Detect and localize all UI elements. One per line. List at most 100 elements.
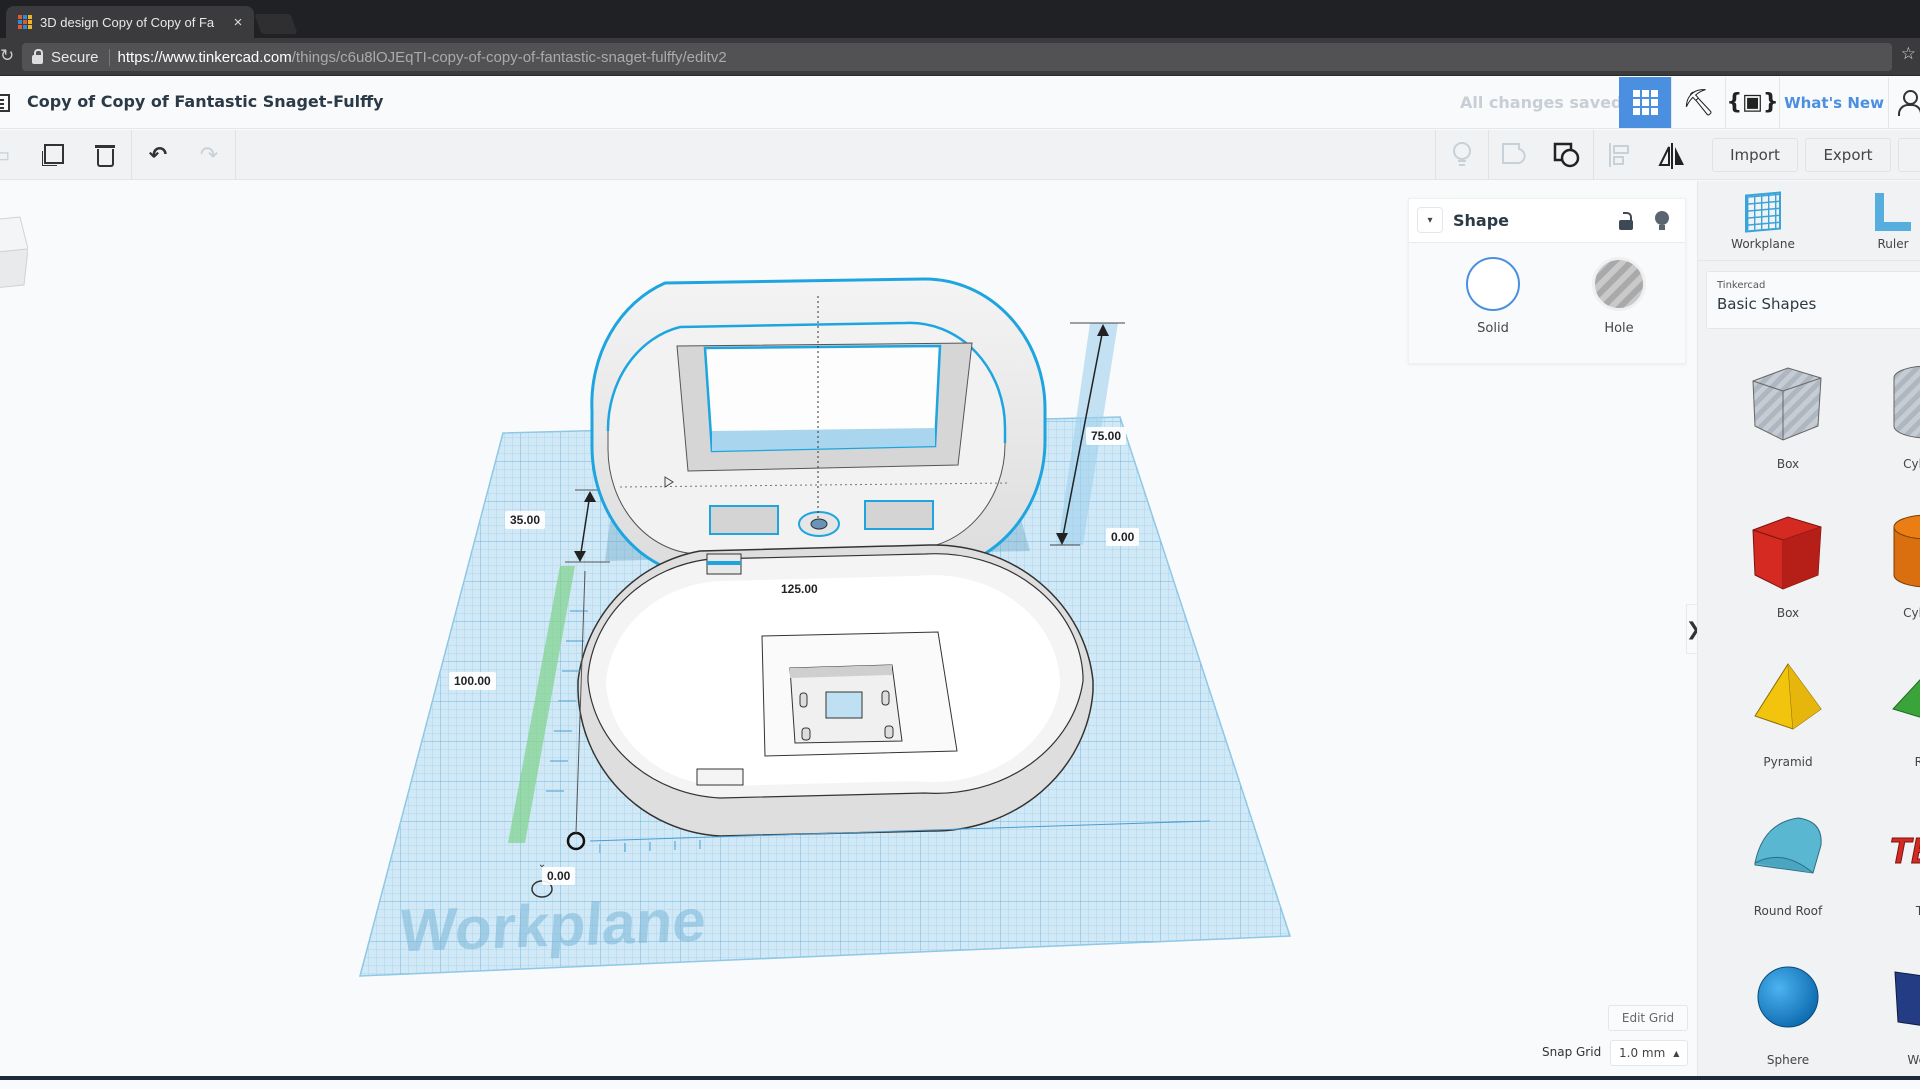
ruler-tool-label: Ruler [1877,237,1909,251]
codeblocks-button[interactable]: {▣} [1725,77,1779,128]
shape-item-roof[interactable]: Roof [1868,651,1920,791]
align-button[interactable] [1594,130,1646,180]
address-bar[interactable]: Secure https://www.tinkercad.com /things… [22,43,1892,71]
shape-item-box[interactable]: Box [1728,502,1848,642]
caret-up-icon: ▲ [1673,1048,1680,1058]
roof-shape-icon [1883,651,1920,751]
user-account-button[interactable] [1888,77,1920,128]
paste-button[interactable]: ▭ [0,130,26,180]
paste-icon: ▭ [0,143,10,168]
undo-button[interactable]: ↶ [132,130,184,180]
new-tab-button[interactable] [254,14,298,34]
hole-box-shape-icon [1743,353,1833,453]
share-button[interactable] [1898,138,1920,172]
shape-item-label: Cylinder [1903,457,1920,471]
ruler-icon [1875,193,1911,231]
export-button[interactable]: Export [1805,138,1891,172]
tinkercad-favicon-icon [18,15,32,29]
solid-label: Solid [1477,321,1509,336]
snap-grid-select[interactable]: 1.0 mm ▲ [1610,1040,1688,1066]
shapes-sidebar: Workplane Ruler Tinkercad Basic Shapes B… [1697,181,1920,1080]
pyramid-shape-icon [1743,651,1833,751]
shape-item-cylinder[interactable]: Cylinder [1868,502,1920,642]
hole-swatch[interactable] [1592,257,1646,311]
hole-cylinder-shape-icon [1883,353,1920,453]
shape-inspector-panel: ▾ Shape Solid Hole [1408,198,1686,364]
panel-collapse-toggle[interactable]: ❯ [1686,604,1697,654]
collapse-panel-button[interactable]: ▾ [1417,207,1443,233]
browser-tab-strip: 3D design Copy of Copy of Fa × [0,0,1920,38]
shape-item-wedge[interactable]: Wedge [1868,949,1920,1089]
shape-item-text[interactable]: TEXT Text [1868,800,1920,940]
bricks-view-button[interactable]: ⛏ [1671,77,1725,128]
mirror-icon [1658,143,1684,169]
ruler-tool[interactable]: Ruler [1848,193,1920,251]
trash-icon [95,143,115,167]
browser-tab[interactable]: 3D design Copy of Copy of Fa × [6,6,254,38]
duplicate-icon [42,144,64,166]
shape-item-label: Wedge [1907,1053,1920,1067]
duplicate-button[interactable] [27,130,79,180]
lid-shell[interactable] [590,277,1047,578]
dimension-origin[interactable]: 0.00 [542,867,576,885]
base-tray[interactable] [577,544,1094,837]
shape-library-select[interactable]: Tinkercad Basic Shapes [1706,271,1920,329]
3d-design-view-button[interactable] [1619,77,1671,128]
wedge-shape-icon [1883,949,1920,1049]
dimension-length[interactable]: 125.00 [776,580,823,598]
shape-item-label: Round Roof [1753,904,1823,918]
redo-button[interactable]: ↷ [183,130,235,180]
hole-option[interactable]: Hole [1579,257,1659,336]
url-path: /things/c6u8lOJEqTI-copy-of-copy-of-fant… [291,48,727,66]
import-button[interactable]: Import [1712,138,1798,172]
edit-grid-button[interactable]: Edit Grid [1608,1005,1688,1031]
shape-item-pyramid[interactable]: Pyramid [1728,651,1848,791]
mirror-button[interactable] [1646,130,1698,180]
dimension-width[interactable]: 100.00 [449,672,496,690]
svg-text:TEXT: TEXT [1889,830,1920,871]
shape-item-sphere[interactable]: Sphere [1728,949,1848,1089]
code-blocks-icon: {▣} [1726,90,1779,115]
shape-item-label: Box [1776,457,1800,471]
delete-button[interactable] [79,130,131,180]
solid-option[interactable]: Solid [1453,257,1533,336]
import-export-bar: Import Export [1697,130,1920,180]
tab-close-icon[interactable]: × [228,14,248,31]
lightbulb-icon[interactable] [1655,211,1669,231]
dimension-elevation[interactable]: 0.00 [1106,528,1140,546]
dimension-height[interactable]: 75.00 [1086,427,1127,445]
reload-icon[interactable]: ↻ [0,46,14,66]
group-button[interactable] [1489,130,1541,180]
shape-item-label: Box [1776,606,1800,620]
ungroup-button[interactable] [1541,130,1593,180]
workplane-icon [1745,191,1781,233]
hole-label: Hole [1604,321,1634,336]
dimension-lid-height[interactable]: 35.00 [505,511,546,529]
solid-swatch[interactable] [1466,257,1520,311]
shape-item-box[interactable]: Box [1728,353,1848,493]
shape-item-label: Text [1915,904,1920,918]
shape-panel-header: ▾ Shape [1409,199,1685,243]
cylinder-shape-icon [1883,502,1920,602]
bookmark-star-icon[interactable]: ☆ [1901,44,1916,64]
design-menu-icon[interactable] [0,94,10,112]
whats-new-link[interactable]: What's New [1779,77,1888,128]
browser-toolbar: ↻ Secure https://www.tinkercad.com /thin… [0,38,1920,76]
library-name: Basic Shapes [1717,295,1817,313]
shape-item-round-roof[interactable]: Round Roof [1728,800,1848,940]
unlock-icon[interactable] [1619,212,1633,230]
toolbar-divider [235,130,236,180]
redo-icon: ↷ [199,142,219,168]
3d-viewport[interactable]: P NT [0,181,1697,1080]
workplane-tool[interactable]: Workplane [1718,191,1808,251]
shape-item-cylinder[interactable]: Cylinder [1868,353,1920,493]
save-status: All changes saved [1460,93,1623,112]
grid-view-icon [1632,90,1658,115]
box-shape-icon [1743,502,1833,602]
shape-panel-title: Shape [1453,211,1510,230]
pickaxe-icon: ⛏ [1681,87,1715,118]
user-icon [1897,89,1920,116]
show-all-button[interactable] [1436,130,1488,180]
design-title[interactable]: Copy of Copy of Fantastic Snaget-Fulffy [27,92,383,111]
align-icon [1609,143,1629,167]
